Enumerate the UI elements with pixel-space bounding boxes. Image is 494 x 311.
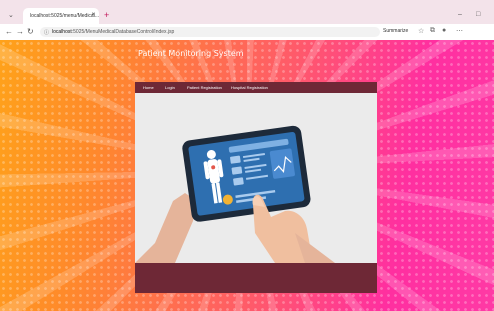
footer-band (135, 263, 377, 293)
profile-icon[interactable]: ● (442, 27, 446, 34)
tablet-illustration (135, 125, 335, 263)
star-icon[interactable]: ☆ (418, 27, 424, 35)
page-title: Patient Monitoring System (138, 49, 244, 58)
more-icon[interactable]: ⋯ (456, 27, 463, 35)
menu-item-login[interactable]: Login (165, 85, 175, 90)
minimize-icon[interactable]: – (458, 11, 462, 18)
new-tab-icon[interactable]: + (104, 10, 109, 20)
url-path: :5025/MenuMedicalDatabaseControl/Index.j… (71, 29, 175, 35)
menu-item-patient-registration[interactable]: Patient Registration (187, 85, 222, 90)
summarize-button[interactable]: Summarize (383, 28, 408, 34)
url-input[interactable]: ⓘ localhost :5025/MenuMedicalDatabaseCon… (40, 27, 380, 37)
nav-menu: Home Login Patient Registration Hospital… (135, 82, 377, 93)
page-viewport: Patient Monitoring System Home Login Pat… (0, 40, 494, 311)
menu-item-home[interactable]: Home (143, 85, 154, 90)
info-icon[interactable]: ⓘ (44, 29, 49, 36)
url-host: localhost (52, 29, 72, 35)
menu-item-hospital-registration[interactable]: Hospital Registration (231, 85, 268, 90)
tab-menu-icon[interactable]: ⌄ (8, 11, 14, 19)
reload-icon[interactable]: ↻ (27, 27, 34, 36)
browser-tab[interactable]: localhost:5025/menu/Medical... × (23, 8, 99, 24)
extensions-icon[interactable]: ⧉ (430, 27, 435, 35)
forward-icon[interactable]: → (16, 27, 24, 36)
tab-title: localhost:5025/menu/Medical... (30, 13, 99, 19)
browser-chrome: ⌄ localhost:5025/menu/Medical... × + – □… (0, 0, 494, 40)
hero-image (135, 93, 377, 263)
maximize-icon[interactable]: □ (476, 11, 480, 18)
close-icon[interactable]: × (91, 12, 95, 18)
back-icon[interactable]: ← (5, 27, 13, 36)
tab-bar: ⌄ localhost:5025/menu/Medical... × + – □ (0, 8, 494, 24)
address-bar-row: ← → ↻ ⓘ localhost :5025/MenuMedicalDatab… (0, 24, 494, 40)
